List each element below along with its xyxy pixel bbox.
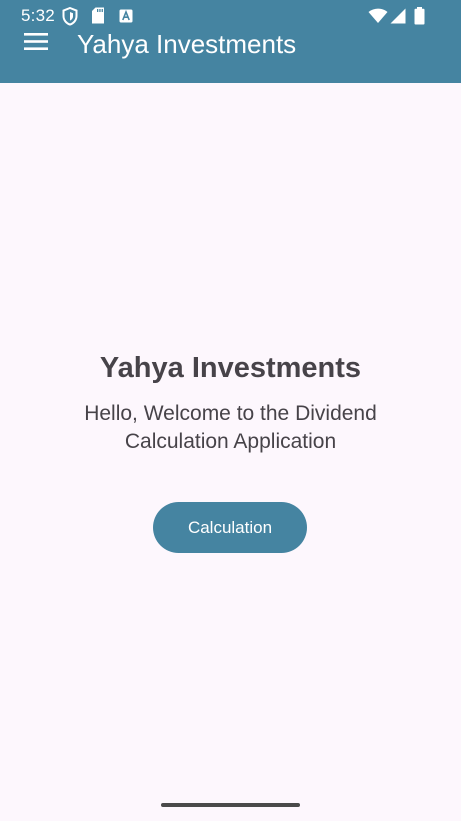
a-notification-icon <box>119 9 133 23</box>
calculation-button[interactable]: Calculation <box>153 502 307 553</box>
app-bar: 5:32 Yahya Investments <box>0 0 461 83</box>
status-time: 5:32 <box>21 6 55 25</box>
shield-icon <box>62 7 78 26</box>
sd-card-icon <box>92 7 104 24</box>
wifi-icon <box>368 8 388 23</box>
toolbar-title: Yahya Investments <box>77 29 297 59</box>
signal-icon <box>390 8 406 24</box>
menu-button[interactable] <box>14 33 58 53</box>
page-title: Yahya Investments <box>99 352 362 384</box>
home-indicator[interactable] <box>161 803 300 807</box>
hamburger-menu-icon <box>24 33 48 50</box>
battery-icon <box>414 7 425 25</box>
welcome-text: Hello, Welcome to the Dividend Calculati… <box>84 402 377 453</box>
main-content: Yahya Investments Hello, Welcome to the … <box>0 83 461 821</box>
toolbar: Yahya Investments <box>0 29 461 83</box>
